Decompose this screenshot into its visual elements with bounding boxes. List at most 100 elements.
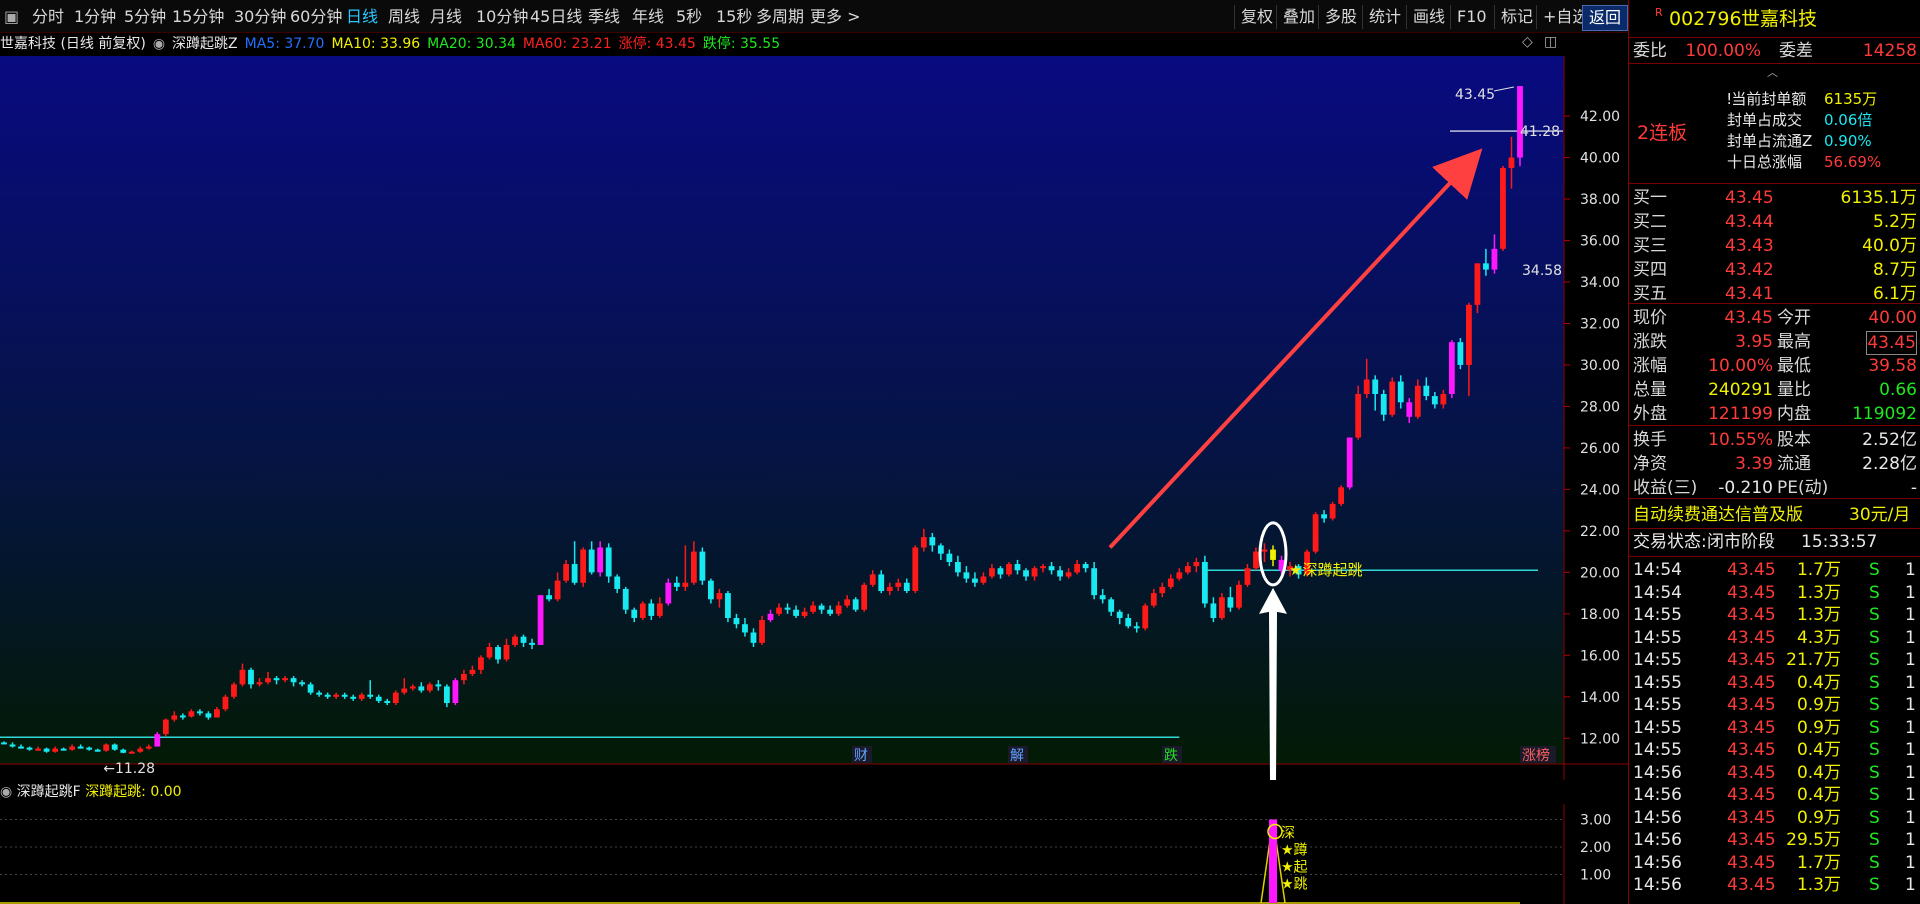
tick-row: 14:55 43.45 0.4万 S 1 [1629,672,1920,694]
candlestick-chart[interactable]: 42.00 40.00 38.00 36.00 34.00 32.00 30.00 28.00… [0,56,1628,780]
stat-value: 10.55% [1708,430,1773,450]
tick-time: 14:54 [1633,582,1682,603]
period-tab-4[interactable]: 30分钟 [234,0,286,32]
y-tick-label: 28.00 [1580,399,1620,415]
tick-side: S [1869,627,1880,648]
tick-count: 1 [1905,830,1916,850]
toolbar-button-0[interactable]: 复权 [1234,5,1279,29]
candle-body [801,611,808,616]
weibi-label: 委比 [1633,41,1667,61]
tick-side: S [1869,807,1880,828]
bid-row[interactable]: 买一 43.45 6135.1万 [1629,187,1920,209]
toolbar-button-6[interactable]: 标记 [1494,5,1539,29]
stat-row: 总量 240291 量比 0.66 [1629,379,1920,401]
candle-body [673,582,680,587]
tick-count: 1 [1905,605,1916,625]
candle [1500,165,1506,251]
stat-value: 2.28亿 [1862,454,1917,474]
toolbar-button-5[interactable]: F10 [1450,5,1493,29]
event-tag[interactable]: 解 [1010,748,1024,764]
candle-body [742,624,748,633]
tick-side: S [1869,672,1880,693]
tick-side: S [1869,875,1880,895]
tick-side: S [1869,582,1880,603]
period-tab-12[interactable]: 年线 [632,0,664,32]
candle-body [1491,248,1498,270]
toolbar-button-1[interactable]: 叠加 [1276,5,1321,29]
weicha-value: 14258 [1862,41,1917,61]
sub-indicator-chart[interactable]: 3.00 2.00 1.00 深★蹲★起★跳 [0,804,1628,904]
toolbar-button-4[interactable]: 画线 [1406,5,1451,29]
candle-body [1244,568,1251,585]
period-tab-7[interactable]: 周线 [388,0,420,32]
period-tab-16[interactable]: 更多 > [810,0,861,32]
candle-body [392,692,399,704]
sub-indicator-title[interactable]: 深蹲起跳F [17,784,81,800]
tick-row: 14:55 43.45 4.3万 S 1 [1629,627,1920,649]
candle-body [1159,586,1166,594]
y-tick-label: 42.00 [1580,109,1620,125]
indicator-name[interactable]: 深蹲起跳Z [172,36,238,52]
collapse-icon[interactable]: ︿ [1767,64,1778,80]
sub-indicator-dropdown-icon[interactable]: ◉ [0,784,12,800]
promo-price[interactable]: 30元/月 [1849,504,1910,526]
candle-body [954,561,961,573]
candle-body [9,744,16,747]
event-tag[interactable]: 财 [854,748,868,764]
event-tag[interactable]: 涨榜 [1522,747,1550,764]
tick-volume: 1.3万 [1796,582,1841,603]
period-tab-2[interactable]: 5分钟 [124,0,166,32]
panel-toggle-icon[interactable]: ◫ [1544,34,1557,50]
period-tab-6[interactable]: 日线 [346,0,378,32]
candle-body [665,582,672,604]
period-tab-1[interactable]: 1分钟 [74,0,116,32]
limit-info-value: 0.06倍 [1824,111,1873,129]
bid-row[interactable]: 买三 43.43 40.0万 [1629,235,1920,257]
candle-body [767,613,774,621]
tick-time: 14:56 [1633,852,1682,873]
period-tab-8[interactable]: 月线 [430,0,462,32]
candle [861,582,868,612]
promo-text[interactable]: 自动续费通达信普及版 [1633,504,1803,526]
period-tab-0[interactable]: 分时 [32,0,64,32]
limit-info-row: 十日总涨幅 56.69% [1629,151,1920,173]
period-tab-3[interactable]: 15分钟 [172,0,224,32]
toolbar-button-3[interactable]: 统计 [1362,5,1407,29]
promo-row[interactable]: 自动续费通达信普及版 30元/月 [1629,504,1920,526]
event-tag[interactable]: 跌 [1164,748,1178,764]
candle-body [699,551,706,581]
period-tab-11[interactable]: 季线 [588,0,620,32]
indicator-dropdown-icon[interactable]: ◉ [153,36,165,52]
period-toolbar: ▣ 分时 1分钟 5分钟 15分钟 30分钟 60分钟 日线 周线 月线 10分钟 45日线 季线 年线… [0,0,1629,33]
candle-body [333,694,340,697]
candle-body [1048,566,1055,571]
bid-row[interactable]: 买五 43.41 6.1万 [1629,283,1920,305]
candle-body [810,605,816,612]
tick-price: 43.45 [1727,875,1776,895]
period-tab-14[interactable]: 15秒 [716,0,752,32]
tick-time: 14:54 [1633,560,1682,580]
tick-volume: 21.7万 [1786,650,1841,670]
candle-body [784,607,791,610]
period-tab-10[interactable]: 45日线 [530,0,582,32]
bid-row[interactable]: 买四 43.42 8.7万 [1629,259,1920,281]
candle-body [273,678,280,681]
candle-body [1372,379,1379,395]
bid-row[interactable]: 买二 43.44 5.2万 [1629,211,1920,233]
diamond-icon[interactable]: ◇ [1522,34,1533,50]
toolbar-button-8[interactable]: 返回 [1582,5,1629,31]
period-tab-15[interactable]: 多周期 [756,0,804,32]
stat-value: 0.66 [1879,380,1917,400]
candle-body [248,669,254,685]
tick-side: S [1869,785,1880,805]
candle-body [835,605,842,614]
tick-volume: 1.3万 [1796,605,1841,625]
window-menu-icon[interactable]: ▣ [4,0,19,32]
period-tab-13[interactable]: 5秒 [676,0,702,32]
period-tab-5[interactable]: 60分钟 [290,0,342,32]
candle-body [708,580,714,600]
candle-body [588,549,595,573]
bid-volume: 6.1万 [1872,284,1917,304]
period-tab-9[interactable]: 10分钟 [476,0,528,32]
toolbar-button-2[interactable]: 多股 [1318,5,1363,29]
